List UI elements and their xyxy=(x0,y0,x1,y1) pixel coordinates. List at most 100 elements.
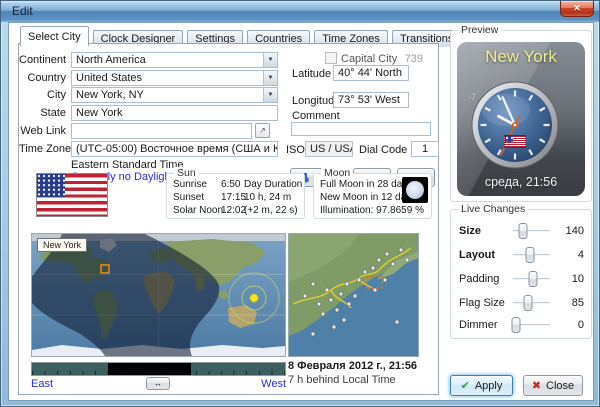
flag-size-value: 85 xyxy=(558,297,584,309)
tab-select-city[interactable]: Select City xyxy=(20,26,89,46)
size-value: 140 xyxy=(558,225,584,237)
state-value: New York xyxy=(76,107,122,119)
dimmer-slider-thumb[interactable] xyxy=(511,317,520,333)
dimmer-value: 0 xyxy=(558,319,584,331)
iso-label: ISO xyxy=(286,144,305,156)
capital-city-label: Capital City xyxy=(341,53,397,65)
flag-size-slider-thumb[interactable] xyxy=(524,295,533,311)
apply-button[interactable]: ✔ Apply xyxy=(450,375,513,396)
external-link-icon: ↗ xyxy=(259,126,266,135)
solar-noon-label: Solar Noon xyxy=(173,205,223,216)
illumination-text: Illumination: 97.8659 % xyxy=(320,205,424,216)
state-label: State xyxy=(19,107,66,119)
country-label: Country xyxy=(19,72,66,84)
clock-widget-preview: New York -7 xyxy=(457,42,585,196)
swap-arrow-icon: ↔ xyxy=(154,379,162,388)
layout-slider-thumb[interactable] xyxy=(526,247,535,263)
dimmer-label: Dimmer xyxy=(459,319,505,331)
padding-row: Padding 10 xyxy=(459,271,584,287)
capital-city-checkbox[interactable] xyxy=(325,52,337,64)
sunrise-value: 6:50 xyxy=(221,179,240,190)
sunset-value: 17:15 xyxy=(221,192,246,203)
comment-field[interactable] xyxy=(291,122,431,136)
chevron-down-icon: ▼ xyxy=(263,53,277,67)
city-value: New York, NY xyxy=(76,89,144,101)
flag-size-row: Flag Size 85 xyxy=(459,295,584,311)
cross-icon: ✖ xyxy=(532,381,541,391)
comment-label: Comment xyxy=(292,110,340,122)
sun-group: Sun Sunrise 6:50 Day Duration Sunset 17:… xyxy=(166,173,305,219)
timezone-field[interactable]: (UTC-05:00) Восточное время (США и Канад… xyxy=(71,141,278,157)
state-field[interactable]: New York xyxy=(71,105,278,121)
record-number: 739 xyxy=(393,53,423,65)
size-row: Size 140 xyxy=(459,223,584,239)
analog-clock xyxy=(470,80,560,170)
sun-legend: Sun xyxy=(174,167,199,179)
region-map-image xyxy=(289,234,418,356)
dial-code-label: Dial Code xyxy=(359,144,407,156)
padding-slider[interactable] xyxy=(513,271,550,287)
clock-flag xyxy=(504,135,526,148)
local-datetime-text: 8 Февраля 2012 г., 21:56 xyxy=(288,360,417,372)
preview-legend: Preview xyxy=(458,24,501,36)
moon-phase-icon xyxy=(402,177,428,203)
size-slider-thumb[interactable] xyxy=(518,223,527,239)
close-button[interactable]: ✖ Close xyxy=(523,375,583,396)
world-map[interactable]: New York xyxy=(31,233,286,357)
country-select[interactable]: United States ▼ xyxy=(71,70,278,86)
region-map[interactable] xyxy=(288,233,419,357)
layout-value: 4 xyxy=(558,249,584,261)
latitude-label: Latitude xyxy=(292,68,331,80)
longitude-field[interactable]: 73° 53' West xyxy=(333,92,409,108)
offset-note-text: 7 h behind Local Time xyxy=(288,374,396,386)
check-icon: ✔ xyxy=(461,381,470,391)
day-duration-label: Day Duration xyxy=(244,179,302,190)
flag-size-slider[interactable] xyxy=(513,295,550,311)
moon-group: Moon Full Moon in 28 days New Moon in 12… xyxy=(313,173,432,219)
preview-group: Preview New York -7 xyxy=(450,30,592,202)
tab-bar: Select City Clock Designer Settings Coun… xyxy=(20,26,524,44)
close-window-button[interactable]: ✕ xyxy=(560,1,594,17)
iso-field: US / USA xyxy=(305,141,353,157)
city-select[interactable]: New York, NY ▼ xyxy=(71,87,278,103)
west-link[interactable]: West xyxy=(256,378,286,390)
timezone-label: Time Zone xyxy=(19,143,66,155)
weblink-label: Web Link xyxy=(19,125,66,137)
full-moon-text: Full Moon in 28 days xyxy=(320,179,412,190)
city-label: City xyxy=(19,89,66,101)
day-duration-delta: (+2 m, 22 s) xyxy=(244,205,298,216)
close-icon: ✕ xyxy=(573,3,581,13)
dialog-content: Select City Clock Designer Settings Coun… xyxy=(8,22,594,401)
dimmer-slider[interactable] xyxy=(513,317,550,333)
day-night-timeline[interactable] xyxy=(31,362,286,376)
padding-slider-thumb[interactable] xyxy=(528,271,537,287)
continent-value: North America xyxy=(76,54,146,66)
open-weblink-button[interactable]: ↗ xyxy=(255,123,270,138)
select-city-page: Continent North America ▼ Country United… xyxy=(18,43,439,395)
sunset-label: Sunset xyxy=(173,192,204,203)
weblink-field[interactable] xyxy=(71,123,252,139)
day-duration-value: 10 h, 24 m xyxy=(244,192,291,203)
size-label: Size xyxy=(459,225,505,237)
east-link[interactable]: East xyxy=(31,378,53,390)
continent-label: Continent xyxy=(19,54,66,66)
timezone-name-text: Eastern Standard Time xyxy=(71,159,184,171)
layout-slider[interactable] xyxy=(513,247,550,263)
live-changes-group: Live Changes Size 140 Layout 4 Padding 1… xyxy=(450,209,592,339)
dial-code-value: 1 xyxy=(422,143,428,155)
titlebar[interactable]: Edit ✕ xyxy=(1,1,599,22)
timeline-swap-button[interactable]: ↔ xyxy=(146,377,170,390)
size-slider[interactable] xyxy=(513,223,550,239)
country-flag xyxy=(36,173,108,217)
latitude-field[interactable]: 40° 44' North xyxy=(333,65,409,81)
preview-datetime: среда, 21:56 xyxy=(457,175,585,189)
layout-label: Layout xyxy=(459,249,505,261)
flag-size-label: Flag Size xyxy=(459,297,505,309)
edit-dialog: Edit ✕ Select City Clock Designer Settin… xyxy=(0,0,600,407)
latitude-value: 40° 44' North xyxy=(338,67,402,79)
continent-select[interactable]: North America ▼ xyxy=(71,52,278,68)
dial-code-field[interactable]: 1 xyxy=(411,141,439,157)
country-value: United States xyxy=(76,72,142,84)
timeline-night-band xyxy=(108,363,191,375)
preview-utc-offset: -7 xyxy=(468,92,476,102)
